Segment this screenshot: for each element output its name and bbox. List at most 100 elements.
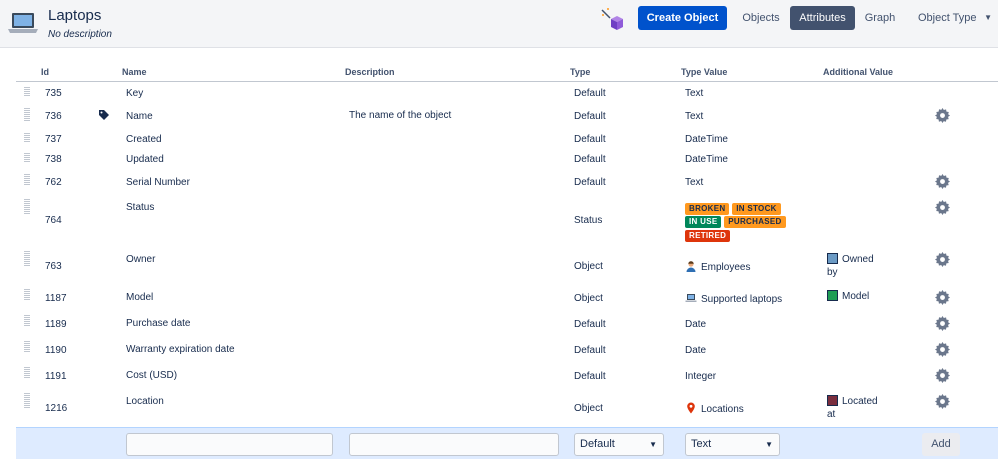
attribute-id: 764	[45, 215, 62, 226]
additional-value-line2: by	[827, 267, 838, 278]
gear-icon[interactable]	[935, 252, 950, 267]
attribute-name: Purchase date	[126, 318, 191, 329]
reference-label: Owned	[842, 254, 874, 265]
gear-icon[interactable]	[935, 342, 950, 357]
chevron-down-icon: ▼	[984, 13, 992, 22]
attribute-id: 738	[45, 154, 62, 165]
drag-handle[interactable]	[24, 87, 30, 97]
reference-color-swatch	[827, 290, 838, 301]
attribute-type-value: Text	[685, 177, 704, 188]
drag-handle[interactable]	[24, 174, 30, 186]
attribute-type: Default	[574, 134, 606, 145]
status-badges: BROKEN IN STOCK	[685, 203, 781, 215]
attribute-name: Warranty expiration date	[126, 344, 235, 355]
additional-value: Located	[827, 395, 878, 407]
attribute-description: The name of the object	[349, 110, 452, 121]
attribute-name: Serial Number	[126, 177, 190, 188]
status-badge-in-stock: IN STOCK	[732, 203, 781, 215]
attribute-id: 1189	[45, 319, 67, 330]
attribute-type: Object	[574, 403, 603, 414]
column-header-description: Description	[345, 67, 395, 77]
attribute-name: Cost (USD)	[126, 370, 178, 381]
attribute-type-value: Supported laptops	[685, 292, 782, 305]
drag-handle[interactable]	[24, 315, 30, 327]
attribute-name: Created	[126, 134, 162, 145]
attribute-type: Default	[574, 345, 606, 356]
add-attribute-button[interactable]: Add	[922, 433, 960, 456]
tab-attributes[interactable]: Attributes	[790, 6, 855, 30]
reference-color-swatch	[827, 253, 838, 264]
attribute-type-value: Date	[685, 319, 707, 330]
attribute-type: Default	[574, 154, 606, 165]
attribute-type: Status	[574, 215, 603, 226]
column-header-additional-value: Additional Value	[823, 67, 894, 77]
drag-handle[interactable]	[24, 367, 30, 379]
gear-icon[interactable]	[935, 290, 950, 305]
drag-handle[interactable]	[24, 289, 30, 301]
column-header-name: Name	[122, 67, 147, 77]
gear-icon[interactable]	[935, 200, 950, 215]
attribute-id: 762	[45, 177, 62, 188]
attribute-type-value: DateTime	[685, 154, 728, 165]
column-header-id: Id	[41, 67, 49, 77]
attribute-id: 1190	[45, 345, 67, 356]
attribute-type: Default	[574, 88, 606, 99]
attribute-name: Location	[126, 396, 164, 407]
gear-icon[interactable]	[935, 316, 950, 331]
object-type-description: No description	[48, 29, 112, 40]
chevron-down-icon: ▼	[649, 440, 657, 449]
drag-handle[interactable]	[24, 393, 30, 409]
status-badge-retired: RETIRED	[685, 230, 731, 242]
attribute-type: Object	[574, 261, 603, 272]
attribute-id: 763	[45, 261, 62, 272]
header-divider	[16, 81, 998, 82]
type-select-value: Default	[580, 438, 615, 450]
attribute-type-value: Text	[685, 111, 704, 122]
attribute-id: 735	[45, 88, 62, 99]
attribute-name: Owner	[126, 254, 156, 265]
additional-value: Model	[827, 290, 869, 302]
reference-object-type: Supported laptops	[701, 294, 783, 305]
gear-icon[interactable]	[935, 394, 950, 409]
drag-handle[interactable]	[24, 108, 30, 122]
reference-color-swatch	[827, 395, 838, 406]
attribute-id: 1191	[45, 371, 67, 382]
attribute-name: Name	[126, 111, 153, 122]
drag-handle[interactable]	[24, 341, 30, 353]
object-type-dropdown[interactable]: Object Type ▼	[912, 6, 996, 30]
attribute-type: Default	[574, 177, 606, 188]
gear-icon[interactable]	[935, 108, 950, 123]
type-value-select-value: Text	[691, 438, 712, 450]
gear-icon[interactable]	[935, 174, 950, 189]
attribute-name: Updated	[126, 154, 164, 165]
attribute-name: Key	[126, 88, 144, 99]
reference-object-type: Employees	[701, 262, 751, 273]
magic-wand-icon[interactable]	[599, 6, 625, 32]
object-type-header: Laptops No description Create Object Obj…	[0, 0, 998, 48]
tab-graph[interactable]: Graph	[858, 6, 902, 30]
drag-handle[interactable]	[24, 199, 30, 215]
tab-objects[interactable]: Objects	[736, 6, 786, 30]
new-attribute-description-input[interactable]	[349, 433, 559, 456]
attribute-id: 736	[45, 111, 62, 122]
create-object-button[interactable]: Create Object	[638, 6, 727, 30]
attribute-type: Default	[574, 371, 606, 382]
reference-label: Model	[842, 291, 870, 302]
new-attribute-type-select[interactable]: Default ▼	[574, 433, 664, 456]
laptop-icon	[685, 294, 697, 302]
reference-label: Located	[842, 396, 878, 407]
additional-value-line2: at	[827, 409, 836, 420]
column-header-type: Type	[570, 67, 591, 77]
attribute-type-value: Integer	[685, 371, 717, 382]
attribute-name: Status	[126, 202, 155, 213]
person-icon	[686, 261, 696, 272]
gear-icon[interactable]	[935, 368, 950, 383]
new-attribute-type-value-select[interactable]: Text ▼	[685, 433, 780, 456]
drag-handle[interactable]	[24, 153, 30, 163]
drag-handle[interactable]	[24, 251, 30, 267]
new-attribute-name-input[interactable]	[126, 433, 333, 456]
attribute-id: 1216	[45, 403, 68, 414]
attribute-type-value: DateTime	[685, 134, 728, 145]
status-badges: IN USE PURCHASED	[685, 216, 786, 228]
drag-handle[interactable]	[24, 133, 30, 143]
